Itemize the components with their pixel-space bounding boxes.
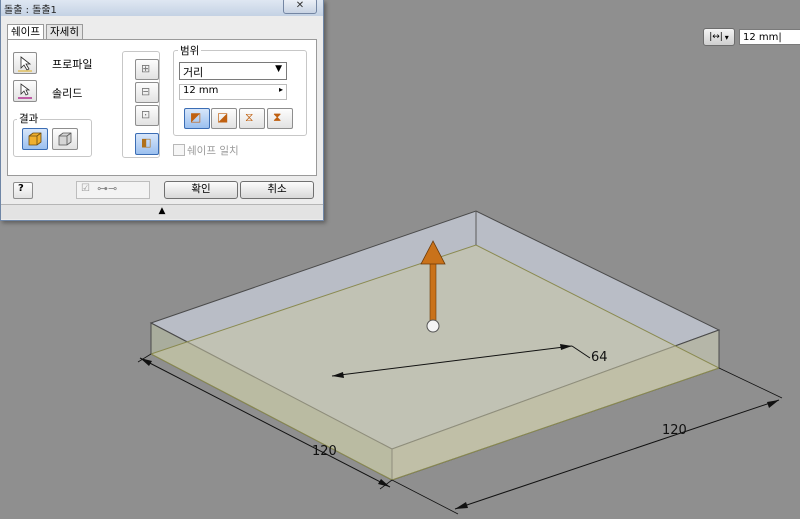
dialog-titlebar[interactable]: 돌출 : 돌출1 ✕ — [1, 0, 323, 16]
asymmetric-button[interactable]: ⧗ — [267, 108, 293, 129]
solid-label: 솔리드 — [52, 87, 83, 100]
intersect-button[interactable]: ⊡ — [135, 105, 159, 126]
result-label: 결과 — [17, 111, 41, 126]
help-icon: ? — [18, 183, 24, 194]
cut-icon: ⊟ — [141, 85, 151, 98]
close-button[interactable]: ✕ — [283, 0, 317, 14]
tab-more[interactable]: 자세히 — [46, 24, 83, 40]
profile-label: 프로파일 — [52, 58, 93, 71]
asymmetric-icon: ⧗ — [273, 110, 282, 124]
close-icon: ✕ — [295, 0, 305, 11]
dimension-right-value: 120 — [662, 423, 687, 438]
help-button[interactable]: ? — [13, 182, 33, 199]
expand-dialog-button[interactable]: ▲ — [1, 204, 323, 219]
extents-type-select[interactable]: 거리 ▼ — [179, 62, 287, 80]
dimension-front-value: 120 — [312, 444, 337, 459]
expand-icon: ▲ — [158, 206, 166, 216]
tab-panel: 프로파일 솔리드 결과 ⊞ ⊟ ⊡ ◧ 범위 거리 ▼ 12 mm ▸ ◩ ◪ … — [7, 39, 317, 176]
profile-button[interactable] — [13, 52, 37, 74]
distance-mode-dropdown[interactable]: |↔| ▾ — [703, 28, 735, 46]
direction-1-icon: ◩ — [190, 110, 202, 124]
preview-toggle[interactable]: ☑ ⊶⊸ — [76, 181, 150, 199]
join-icon: ⊞ — [141, 62, 151, 75]
symmetric-icon: ⧖ — [245, 110, 254, 124]
new-solid-button[interactable]: ◧ — [135, 133, 159, 155]
cancel-button[interactable]: 취소 — [240, 181, 314, 199]
distance-field[interactable]: 12 mm ▸ — [179, 84, 287, 100]
match-shape-checkbox[interactable] — [173, 144, 185, 156]
extents-type-value: 거리 — [183, 66, 204, 79]
symmetric-button[interactable]: ⧖ — [239, 108, 265, 129]
match-shape-label: 쉐이프 일치 — [187, 145, 239, 157]
glasses-icon: ⊶⊸ — [97, 182, 118, 195]
surface-icon — [58, 132, 72, 146]
join-button[interactable]: ⊞ — [135, 59, 159, 80]
result-surface-button[interactable] — [52, 128, 78, 150]
distance-value: 12 mm — [183, 85, 219, 96]
intersect-icon: ⊡ — [141, 108, 151, 121]
chevron-down-icon: ▾ — [724, 32, 729, 42]
solid-button[interactable] — [13, 80, 37, 102]
dialog-title: 돌출 : 돌출1 — [4, 5, 57, 16]
new-solid-icon — [28, 132, 42, 146]
extrude-dialog: 돌출 : 돌출1 ✕ 쉐이프 자세히 프로파일 솔리드 결과 ⊞ ⊟ ⊡ ◧ 범… — [0, 0, 324, 221]
direction-2-icon: ◪ — [217, 110, 229, 124]
ok-button[interactable]: 확인 — [164, 181, 238, 199]
checkbox-checked-icon: ☑ — [81, 183, 90, 194]
mini-toolbar: |↔| ▾ — [703, 28, 800, 46]
cursor-select-icon — [18, 56, 32, 72]
chevron-right-icon: ▸ — [278, 85, 283, 94]
direction-1-button[interactable]: ◩ — [184, 108, 210, 129]
distance-icon: |↔| — [709, 32, 723, 42]
chevron-down-icon: ▼ — [275, 64, 282, 74]
extents-label: 범위 — [178, 43, 202, 58]
direction-2-button[interactable]: ◪ — [211, 108, 237, 129]
result-new-solid-button[interactable] — [22, 128, 48, 150]
new-solid-op-icon: ◧ — [141, 136, 152, 149]
dimension-sketch-value: 64 — [591, 350, 608, 365]
solid-select-icon — [18, 83, 32, 99]
distance-input[interactable] — [739, 29, 800, 45]
cut-button[interactable]: ⊟ — [135, 82, 159, 103]
